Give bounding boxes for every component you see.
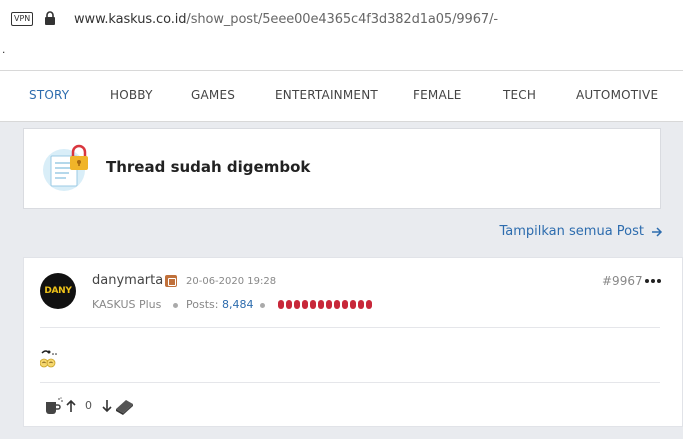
posts-label: Posts: [186,298,219,311]
show-all-posts-link[interactable]: Tampilkan semua Post [499,224,663,239]
nav-tab-hobby[interactable]: HOBBY [110,88,153,102]
stray-text: . [0,40,683,70]
post-username[interactable]: danymarta [92,273,163,288]
show-all-posts-label: Tampilkan semua Post [499,224,644,239]
url-domain: www.kaskus.co.id [74,12,187,27]
reputation-dot [286,300,292,309]
vpn-badge[interactable]: VPN [11,12,34,26]
browser-url-bar[interactable]: VPN www.kaskus.co.id/show_post/5eee00e43… [0,0,683,40]
reputation-dot [318,300,324,309]
vote-count: 0 [85,399,92,412]
upvote-arrow-icon[interactable] [65,399,77,413]
user-posts: Posts: 8,484 [186,298,253,311]
downvote-arrow-icon[interactable] [101,399,113,413]
divider [40,327,660,328]
post-date: 20-06-2020 19:28 [186,276,277,287]
separator-dot [173,303,178,308]
thread-locked-card: Thread sudah digembok [23,128,661,209]
cendol-cup-icon[interactable] [44,397,64,415]
padlock-icon [45,11,55,25]
separator-dot [260,303,265,308]
category-nav: STORY HOBBY GAMES ENTERTAINMENT FEMALE T… [0,70,683,122]
divider [40,382,660,383]
reputation-dot [302,300,308,309]
more-options-icon[interactable] [645,279,661,283]
posts-count[interactable]: 8,484 [222,298,254,311]
arrow-right-icon [652,226,663,237]
reputation-dot [326,300,332,309]
nav-tab-female[interactable]: FEMALE [413,88,462,102]
locked-thread-icon [43,144,88,191]
brick-icon[interactable] [113,397,135,415]
url-text[interactable]: www.kaskus.co.id/show_post/5eee00e4365c4… [74,12,498,27]
locked-message: Thread sudah digembok [106,158,311,176]
reputation-dot [342,300,348,309]
nav-tab-games[interactable]: GAMES [191,88,235,102]
post-card: DANY danymarta 20-06-2020 19:28 KASKUS P… [23,257,683,427]
reputation-dot [310,300,316,309]
nav-tab-tech[interactable]: TECH [503,88,536,102]
nav-tab-automotive[interactable]: AUTOMOTIVE [576,88,658,102]
reputation-dot [334,300,340,309]
nav-tab-entertainment[interactable]: ENTERTAINMENT [275,88,378,102]
emoticon-icon [40,350,57,368]
reputation-bar [278,300,372,309]
reputation-dot [350,300,356,309]
url-path: /show_post/5eee00e4365c4f3d382d1a05/9967… [186,12,498,27]
reputation-dot [366,300,372,309]
nav-tab-story[interactable]: STORY [29,88,69,102]
avatar[interactable]: DANY [40,273,76,309]
avatar-text: DANY [44,286,72,296]
reputation-dot [294,300,300,309]
user-rank: KASKUS Plus [92,298,162,311]
user-badge-icon [165,275,177,287]
reputation-dot [278,300,284,309]
post-number[interactable]: #9967 [602,274,643,288]
reputation-dot [358,300,364,309]
